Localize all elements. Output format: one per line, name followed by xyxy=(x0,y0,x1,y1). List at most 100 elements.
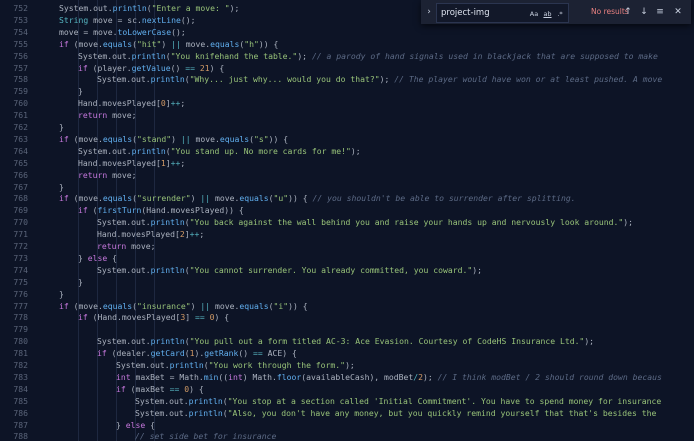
code-line[interactable]: 757 if (player.getValue() == 21) { xyxy=(0,63,694,75)
code-token: == xyxy=(169,383,180,394)
code-token: "You work through the form." xyxy=(208,360,346,370)
code-token: getRank xyxy=(204,348,239,359)
code-text: if (maxBet == 0) { xyxy=(116,384,204,396)
line-number: 773 xyxy=(13,252,28,263)
code-line[interactable]: 766 return move; xyxy=(0,170,694,182)
match-case-toggle[interactable]: Aa xyxy=(529,8,539,20)
code-token: ; xyxy=(180,157,186,168)
code-token: println xyxy=(150,264,185,275)
code-line[interactable]: 788 // set side bet for insurance xyxy=(0,431,694,441)
code-line[interactable]: 773} else { xyxy=(0,253,694,265)
code-token: (availableCash), modBet xyxy=(301,371,414,382)
code-line[interactable]: 762} xyxy=(0,122,694,134)
arrow-down-icon[interactable]: ↓ xyxy=(638,5,650,19)
code-token: ). xyxy=(194,348,205,359)
arrow-up-icon[interactable]: ↑ xyxy=(622,5,634,19)
code-text: if (player.getValue() == 21) { xyxy=(78,63,224,75)
code-line[interactable]: 761 return move; xyxy=(0,110,694,122)
code-token: System.out. xyxy=(78,145,132,156)
lines-icon[interactable]: ≡ xyxy=(654,5,666,19)
code-line[interactable]: 782 System.out.println("You work through … xyxy=(0,360,694,372)
code-token: } xyxy=(78,276,83,287)
code-token: ) xyxy=(171,133,181,144)
line-number: 783 xyxy=(13,371,28,382)
code-line[interactable]: 760 Hand.movesPlayed[0]++; xyxy=(0,98,694,110)
code-token: ); xyxy=(423,371,438,382)
code-line[interactable]: 771 Hand.movesPlayed[2]++; xyxy=(0,229,694,241)
code-line[interactable]: 785 System.out.println("You stop at a sec… xyxy=(0,396,694,408)
code-token: else xyxy=(87,252,108,263)
find-widget: › project-img Aa ab .* No results ↑ ↓ ≡ … xyxy=(421,0,691,24)
code-token: || xyxy=(200,300,211,311)
line-number: 761 xyxy=(13,110,28,121)
find-input[interactable]: project-img Aa ab .* xyxy=(436,3,569,23)
code-token: equals xyxy=(102,300,133,311)
code-token: // set side bet for insurance xyxy=(135,431,277,441)
code-token: } xyxy=(59,288,64,299)
code-token: if xyxy=(59,300,69,311)
code-token: == xyxy=(194,312,205,323)
code-line[interactable]: 778 if (Hand.movesPlayed[3] == 0) { xyxy=(0,312,694,324)
code-line[interactable]: 786 System.out.println("Also, you don't h… xyxy=(0,408,694,420)
code-token: ); xyxy=(623,217,634,228)
code-text: return move; xyxy=(78,110,137,122)
code-token: (); xyxy=(180,14,196,25)
code-line[interactable]: 769 if (firstTurn(Hand.movesPlayed)) { xyxy=(0,205,694,217)
code-line[interactable]: 756 System.out.println("You knifehand the… xyxy=(0,51,694,63)
line-number: 755 xyxy=(13,38,28,49)
code-token: if xyxy=(59,133,69,144)
code-line[interactable]: 759} xyxy=(0,86,694,98)
code-text: Hand.movesPlayed[0]++; xyxy=(78,98,185,110)
code-text: // set side bet for insurance xyxy=(135,431,276,441)
code-text: return move; xyxy=(78,170,137,182)
code-token: "u" xyxy=(273,193,289,204)
code-token: (Hand.movesPlayed)) { xyxy=(141,205,244,216)
code-token: ) { xyxy=(214,312,230,323)
match-whole-word-toggle[interactable]: ab xyxy=(542,8,553,20)
code-token: (Hand.movesPlayed[ xyxy=(87,312,181,323)
code-line[interactable]: 781 if (dealer.getCard(1).getRank() == AC… xyxy=(0,348,694,360)
code-token: if xyxy=(97,348,107,359)
code-token: ) { xyxy=(209,62,225,73)
code-line[interactable]: 764 System.out.println("You stand up. No … xyxy=(0,146,694,158)
code-line[interactable]: 754 move = move.toLowerCase(); xyxy=(0,27,694,39)
code-editor[interactable]: 752 System.out.println("Enter a move: ");… xyxy=(0,0,694,441)
code-line[interactable]: 772 return move; xyxy=(0,241,694,253)
code-token: } xyxy=(78,86,83,97)
code-line[interactable]: 783 int maxBet = Math.min((int) Math.floo… xyxy=(0,372,694,384)
code-line[interactable]: 775} xyxy=(0,277,694,289)
code-token: ; xyxy=(180,98,186,109)
code-line[interactable]: 774 System.out.println("You cannot surren… xyxy=(0,265,694,277)
code-token: String xyxy=(59,14,89,25)
code-line[interactable]: 755 if (move.equals("hit") || move.equals… xyxy=(0,39,694,51)
code-token: == xyxy=(252,348,263,359)
code-line[interactable]: 779 xyxy=(0,324,694,336)
line-number: 787 xyxy=(13,419,28,430)
chevron-right-icon[interactable]: › xyxy=(424,5,434,19)
code-line[interactable]: 784 if (maxBet == 0) { xyxy=(0,384,694,396)
code-line[interactable]: 770 System.out.println("You back against … xyxy=(0,217,694,229)
code-line[interactable]: 776} xyxy=(0,289,694,301)
line-number: 781 xyxy=(13,348,28,359)
code-line[interactable]: 777 if (move.equals("insurance") || move.… xyxy=(0,301,694,313)
line-number: 784 xyxy=(13,383,28,394)
line-number: 772 xyxy=(13,241,28,251)
code-line[interactable]: 763 if (move.equals("stand") || move.equa… xyxy=(0,134,694,146)
code-line[interactable]: 780 System.out.println("You pull out a fo… xyxy=(0,336,694,348)
code-text: } xyxy=(59,289,64,301)
code-token: if xyxy=(59,38,69,49)
close-icon[interactable]: ✕ xyxy=(672,5,684,19)
line-number: 759 xyxy=(13,86,28,97)
code-text: move = move.toLowerCase(); xyxy=(59,27,186,39)
code-token: move. xyxy=(210,193,240,204)
code-line[interactable]: 765 Hand.movesPlayed[1]++; xyxy=(0,158,694,170)
vertical-scrollbar[interactable] xyxy=(688,0,694,441)
use-regex-toggle[interactable]: .* xyxy=(555,8,565,20)
code-line[interactable]: 787} else { xyxy=(0,420,694,432)
code-token: if xyxy=(78,205,88,216)
code-line[interactable]: 768 if (move.equals("surrender") || move.… xyxy=(0,193,694,205)
code-line[interactable]: 758 System.out.println("Why... just why..… xyxy=(0,74,694,86)
code-token: equals xyxy=(239,300,269,311)
code-line[interactable]: 767} xyxy=(0,182,694,194)
code-token: move. xyxy=(190,133,220,144)
